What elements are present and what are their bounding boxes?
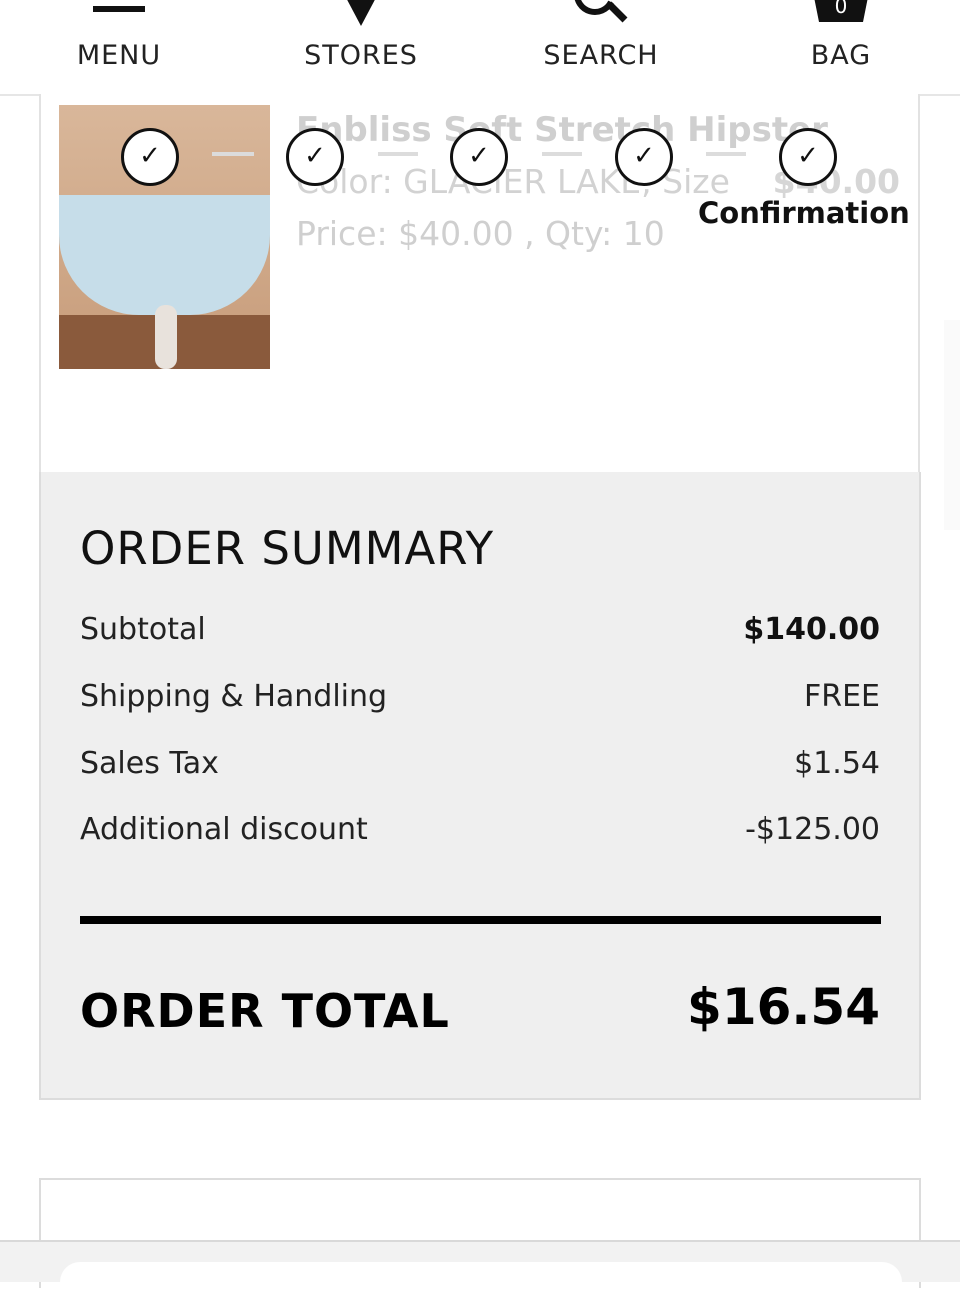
stores-button[interactable]: STORES	[271, 0, 451, 94]
checkmark-icon: ✓	[633, 141, 655, 171]
location-pin-icon	[347, 0, 375, 26]
search-button[interactable]: SEARCH	[511, 0, 691, 94]
checkmark-icon: ✓	[139, 141, 161, 171]
search-label: SEARCH	[543, 40, 659, 71]
bag-button[interactable]: 0 BAG	[751, 0, 931, 94]
progress-connector	[378, 152, 418, 156]
summary-row-sales-tax: Sales Tax $1.54	[80, 746, 880, 786]
summary-row-value: FREE	[803, 679, 880, 714]
progress-step-2: ✓	[286, 128, 344, 186]
summary-row-label: Sales Tax	[80, 746, 219, 781]
summary-row-label: Additional discount	[80, 812, 368, 847]
bag-count-badge: 0	[834, 0, 848, 18]
progress-connector	[542, 152, 582, 156]
top-navigation: MENU STORES SEARCH 0 BAG	[0, 0, 960, 96]
checkmark-icon: ✓	[797, 141, 819, 171]
checkmark-icon: ✓	[304, 141, 326, 171]
thumbnail-gap	[155, 305, 177, 369]
order-total-row: ORDER TOTAL $16.54	[80, 978, 880, 1044]
bag-label: BAG	[810, 40, 872, 71]
summary-row-label: Shipping & Handling	[80, 679, 388, 714]
summary-row-value: $1.54	[794, 746, 880, 781]
product-price-qty: Price: $40.00 , Qty: 10	[296, 214, 665, 253]
summary-row-value: $140.00	[743, 612, 880, 647]
browser-address-pill[interactable]	[60, 1262, 902, 1302]
page-edge	[944, 320, 960, 530]
summary-row-label: Subtotal	[80, 612, 206, 647]
summary-row-subtotal: Subtotal $140.00	[80, 612, 880, 652]
stores-label: STORES	[304, 40, 418, 71]
hamburger-icon	[93, 6, 145, 12]
progress-current-step-label: Confirmation	[698, 196, 910, 230]
progress-step-1: ✓	[121, 128, 179, 186]
summary-row-discount: Additional discount -$125.00	[80, 812, 880, 852]
summary-row-shipping: Shipping & Handling FREE	[80, 679, 880, 719]
order-summary-title: ORDER SUMMARY	[80, 522, 495, 575]
order-total-label: ORDER TOTAL	[80, 984, 450, 1038]
menu-label: MENU	[76, 40, 162, 71]
progress-connector	[212, 152, 254, 156]
summary-divider	[80, 916, 881, 924]
checkmark-icon: ✓	[468, 141, 490, 171]
menu-button[interactable]: MENU	[29, 0, 209, 94]
progress-step-5: ✓	[779, 128, 837, 186]
product-name[interactable]: Enbliss Soft Stretch Hipster	[296, 110, 828, 150]
progress-step-4: ✓	[615, 128, 673, 186]
summary-row-value: -$125.00	[745, 812, 880, 847]
thumbnail-garment	[59, 195, 270, 315]
progress-step-3: ✓	[450, 128, 508, 186]
progress-connector	[706, 152, 746, 156]
order-total-value: $16.54	[687, 978, 880, 1036]
search-icon	[574, 0, 628, 23]
